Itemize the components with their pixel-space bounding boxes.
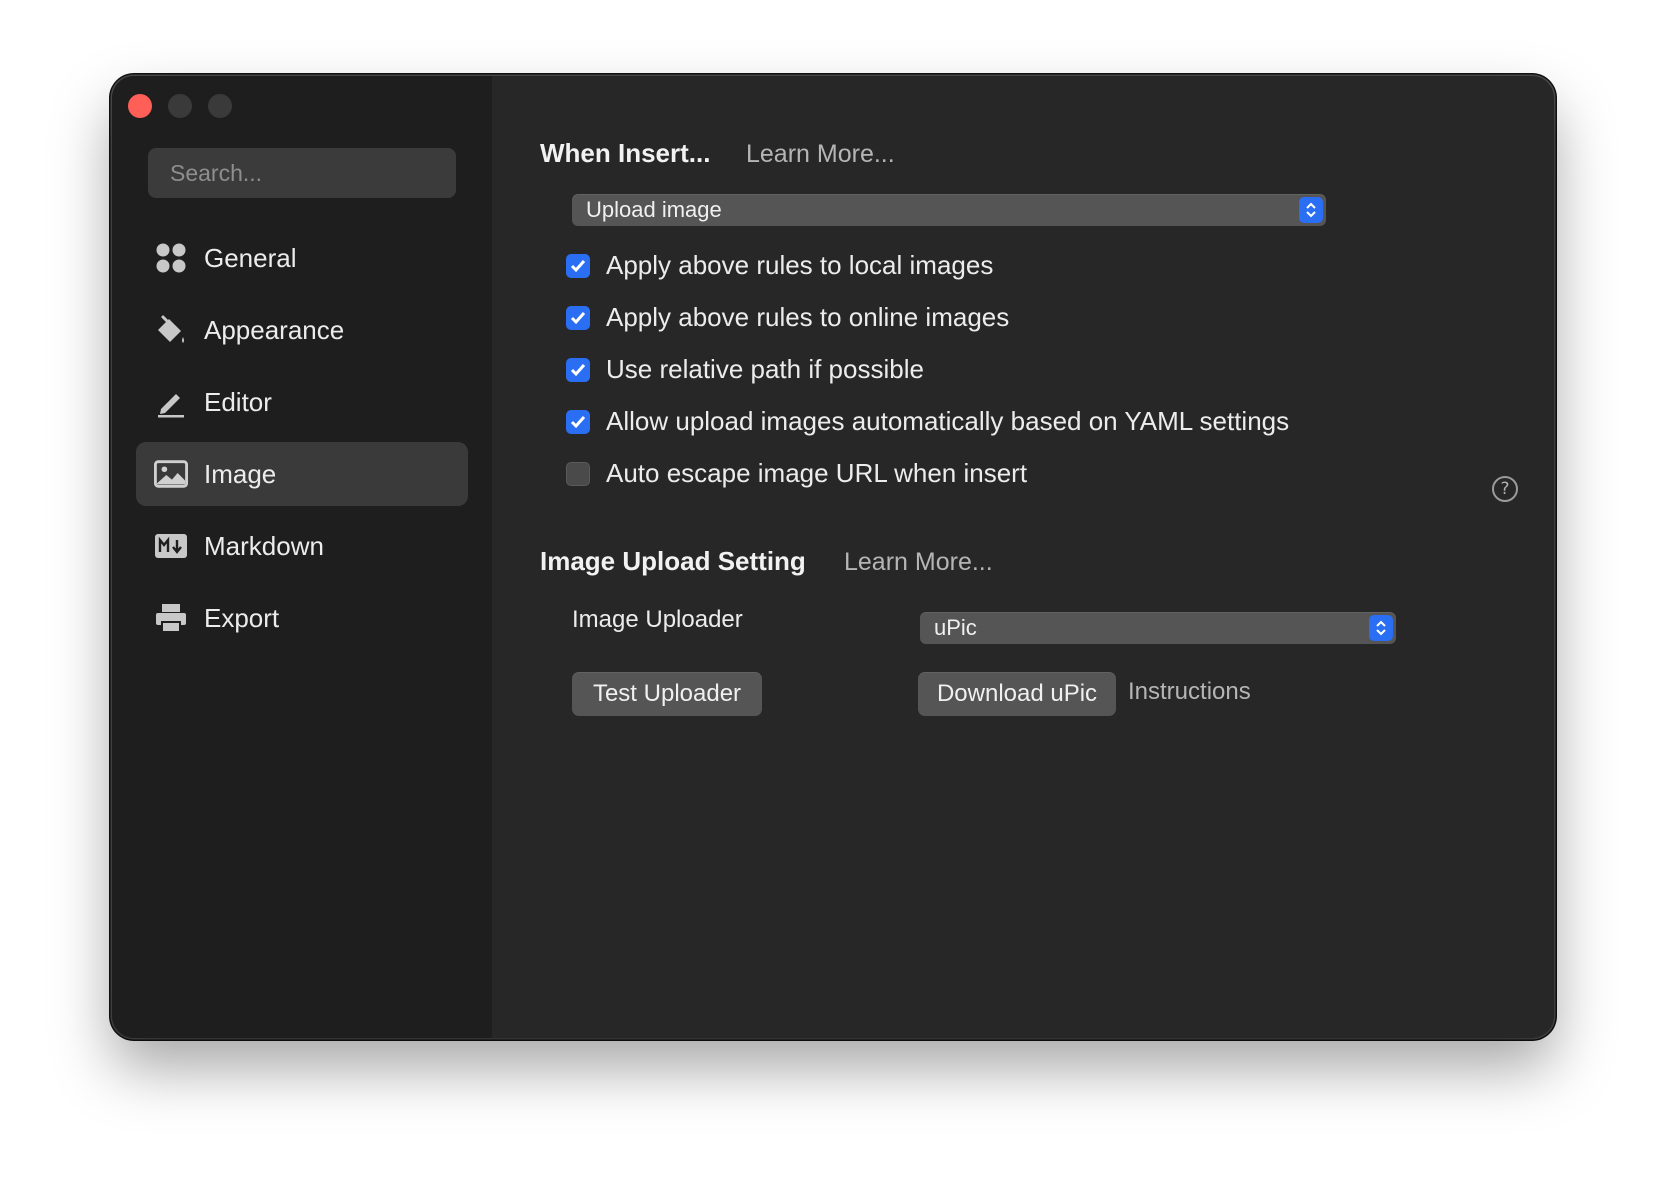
instructions-link[interactable]: Instructions (1128, 678, 1251, 706)
option-online-images[interactable]: Apply above rules to online images (566, 302, 1009, 333)
sidebar-item-label: Image (204, 458, 277, 489)
help-icon[interactable]: ? (1492, 476, 1518, 502)
upload-learn-more-link[interactable]: Learn More... (844, 548, 993, 577)
zoom-window-button[interactable] (208, 94, 232, 118)
section-title-when-insert: When Insert... (540, 138, 711, 168)
insert-action-select[interactable]: Upload image (572, 194, 1326, 226)
printer-icon (154, 601, 188, 635)
pencil-icon (154, 385, 188, 419)
test-uploader-button[interactable]: Test Uploader (572, 672, 762, 716)
image-uploader-value: uPic (934, 615, 977, 640)
sidebar-item-general[interactable]: General (136, 226, 468, 290)
download-upic-button[interactable]: Download uPic (918, 672, 1116, 716)
checkbox-checked[interactable] (566, 305, 590, 330)
option-label: Auto escape image URL when insert (606, 458, 1028, 488)
sidebar-item-appearance[interactable]: Appearance (136, 298, 468, 362)
sidebar-item-label: Editor (204, 386, 272, 417)
image-uploader-label: Image Uploader (572, 606, 743, 633)
chevron-up-down-icon (1299, 197, 1323, 223)
option-label: Use relative path if possible (606, 354, 924, 384)
sidebar-item-editor[interactable]: Editor (136, 370, 468, 434)
checkbox-checked[interactable] (566, 253, 590, 278)
sidebar-item-label: Markdown (204, 530, 324, 561)
option-yaml-upload[interactable]: Allow upload images automatically based … (566, 406, 1289, 437)
option-label: Apply above rules to online images (606, 302, 1010, 332)
section-title-upload-setting: Image Upload Setting (540, 546, 806, 576)
grid-icon (154, 241, 188, 275)
search-field[interactable] (148, 148, 456, 198)
sidebar-item-label: Export (204, 602, 280, 633)
close-window-button[interactable] (128, 94, 152, 118)
chevron-up-down-icon (1369, 615, 1393, 641)
paint-bucket-icon (154, 313, 188, 347)
checkbox-checked[interactable] (566, 357, 590, 382)
search-input[interactable] (168, 159, 452, 188)
option-label: Allow upload images automatically based … (606, 406, 1290, 436)
insert-action-value: Upload image (586, 197, 722, 222)
checkbox-checked[interactable] (566, 409, 590, 434)
option-auto-escape[interactable]: Auto escape image URL when insert (566, 458, 1027, 489)
preferences-window: General Appearance Editor (112, 76, 1554, 1038)
sidebar-item-image[interactable]: Image (136, 442, 468, 506)
minimize-window-button[interactable] (168, 94, 192, 118)
checkbox-unchecked[interactable] (566, 461, 590, 486)
sidebar-item-label: General (204, 242, 297, 273)
sidebar: General Appearance Editor (112, 76, 492, 1038)
markdown-icon (154, 529, 188, 563)
option-relative-path[interactable]: Use relative path if possible (566, 354, 924, 385)
option-label: Apply above rules to local images (606, 250, 994, 280)
image-icon (154, 457, 188, 491)
content-pane: When Insert... Learn More... Upload imag… (492, 76, 1554, 1038)
learn-more-link[interactable]: Learn More... (746, 140, 895, 169)
sidebar-item-export[interactable]: Export (136, 586, 468, 650)
image-uploader-select[interactable]: uPic (920, 612, 1396, 644)
sidebar-item-label: Appearance (204, 314, 345, 345)
option-local-images[interactable]: Apply above rules to local images (566, 250, 993, 281)
sidebar-item-markdown[interactable]: Markdown (136, 514, 468, 578)
